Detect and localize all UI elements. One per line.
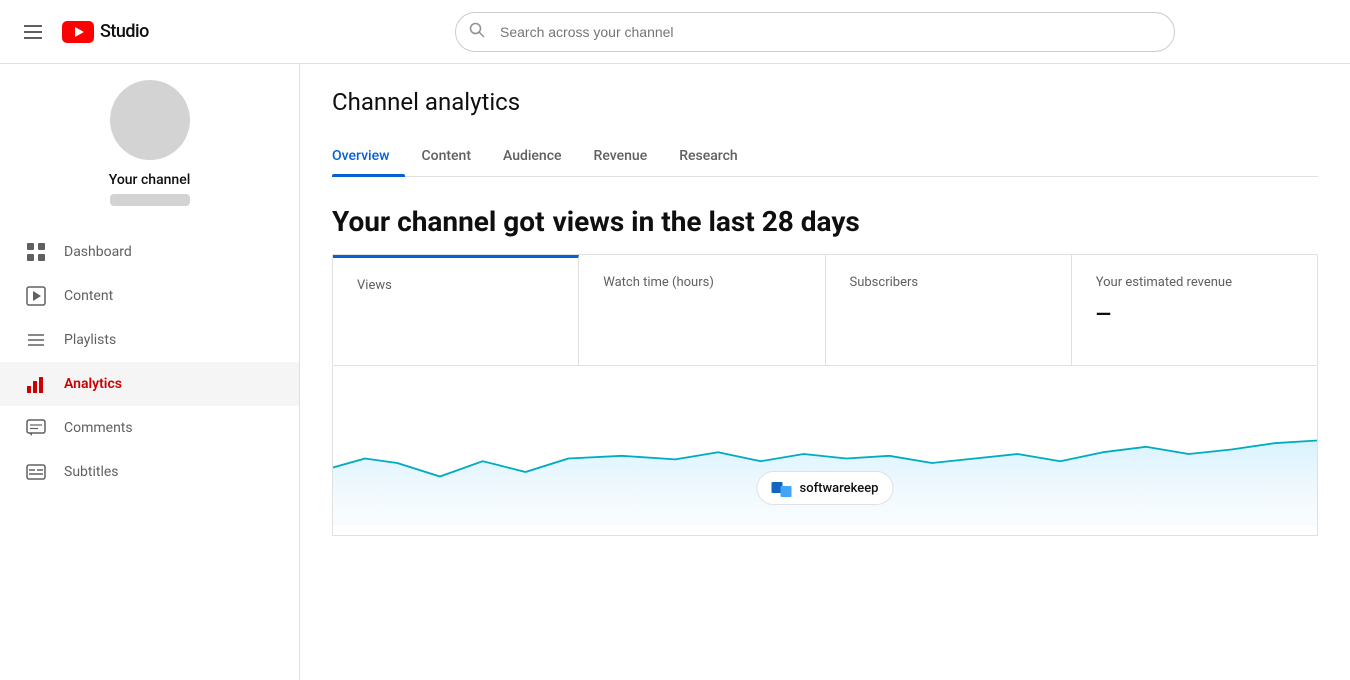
sidebar-item-label: Dashboard [64, 244, 132, 260]
chart-svg [333, 382, 1317, 535]
sidebar-item-analytics[interactable]: Analytics [0, 362, 299, 406]
analytics-icon [24, 372, 48, 396]
header-left: Studio [16, 17, 296, 47]
stat-card-subscribers[interactable]: Subscribers [826, 255, 1072, 365]
search-bar [455, 12, 1175, 52]
watermark: softwarekeep [757, 471, 894, 505]
channel-handle [110, 194, 190, 206]
stat-card-views[interactable]: Views [333, 255, 579, 365]
stat-value-revenue: — [1096, 302, 1293, 326]
stat-label-views: Views [357, 278, 554, 293]
page-title: Channel analytics [332, 88, 1318, 116]
stat-label-watch-time: Watch time (hours) [603, 275, 800, 290]
menu-button[interactable] [16, 17, 50, 47]
headline-suffix: views in the last 28 days [553, 205, 860, 238]
stat-card-watch-time[interactable]: Watch time (hours) [579, 255, 825, 365]
sidebar-item-label: Comments [64, 420, 133, 436]
sidebar-item-label: Subtitles [64, 464, 119, 480]
analytics-tabs: Overview Content Audience Revenue Resear… [332, 136, 1318, 177]
sidebar-item-content[interactable]: Content [0, 274, 299, 318]
tab-audience[interactable]: Audience [487, 136, 578, 176]
app-body: Your channel Dashboard [0, 0, 1350, 680]
stat-label-subscribers: Subscribers [850, 275, 1047, 290]
sidebar-item-comments[interactable]: Comments [0, 406, 299, 450]
sidebar-item-label: Content [64, 288, 113, 304]
logo[interactable]: Studio [62, 21, 149, 43]
tab-revenue[interactable]: Revenue [578, 136, 664, 176]
tab-research[interactable]: Research [663, 136, 753, 176]
search-input[interactable] [455, 12, 1175, 52]
avatar [110, 80, 190, 160]
sidebar-item-label: Analytics [64, 376, 122, 392]
subtitles-icon [24, 460, 48, 484]
youtube-icon [62, 21, 94, 43]
watermark-text: softwarekeep [800, 481, 879, 496]
chart-area: softwarekeep [332, 366, 1318, 536]
search-icon [469, 22, 485, 42]
playlists-icon [24, 328, 48, 352]
channel-name: Your channel [109, 172, 191, 188]
sidebar-item-playlists[interactable]: Playlists [0, 318, 299, 362]
sidebar-item-dashboard[interactable]: Dashboard [0, 230, 299, 274]
tab-content[interactable]: Content [405, 136, 487, 176]
comments-icon [24, 416, 48, 440]
stat-label-revenue: Your estimated revenue [1096, 275, 1293, 290]
nav-menu: Dashboard Content [0, 230, 299, 494]
headline-prefix: Your channel got [332, 205, 545, 238]
headline-section: Your channel got views in the last 28 da… [332, 177, 1318, 254]
dashboard-icon [24, 240, 48, 264]
sidebar-item-label: Playlists [64, 332, 116, 348]
stat-card-revenue[interactable]: Your estimated revenue — [1072, 255, 1317, 365]
app-header: Studio [0, 0, 1350, 64]
logo-text: Studio [100, 21, 149, 42]
stats-row: Views Watch time (hours) Subscribers You… [332, 254, 1318, 366]
main-content: Channel analytics Overview Content Audie… [300, 64, 1350, 680]
watermark-icon [772, 478, 792, 498]
sidebar: Your channel Dashboard [0, 64, 300, 680]
content-icon [24, 284, 48, 308]
sidebar-item-subtitles[interactable]: Subtitles [0, 450, 299, 494]
tab-overview[interactable]: Overview [332, 136, 405, 176]
